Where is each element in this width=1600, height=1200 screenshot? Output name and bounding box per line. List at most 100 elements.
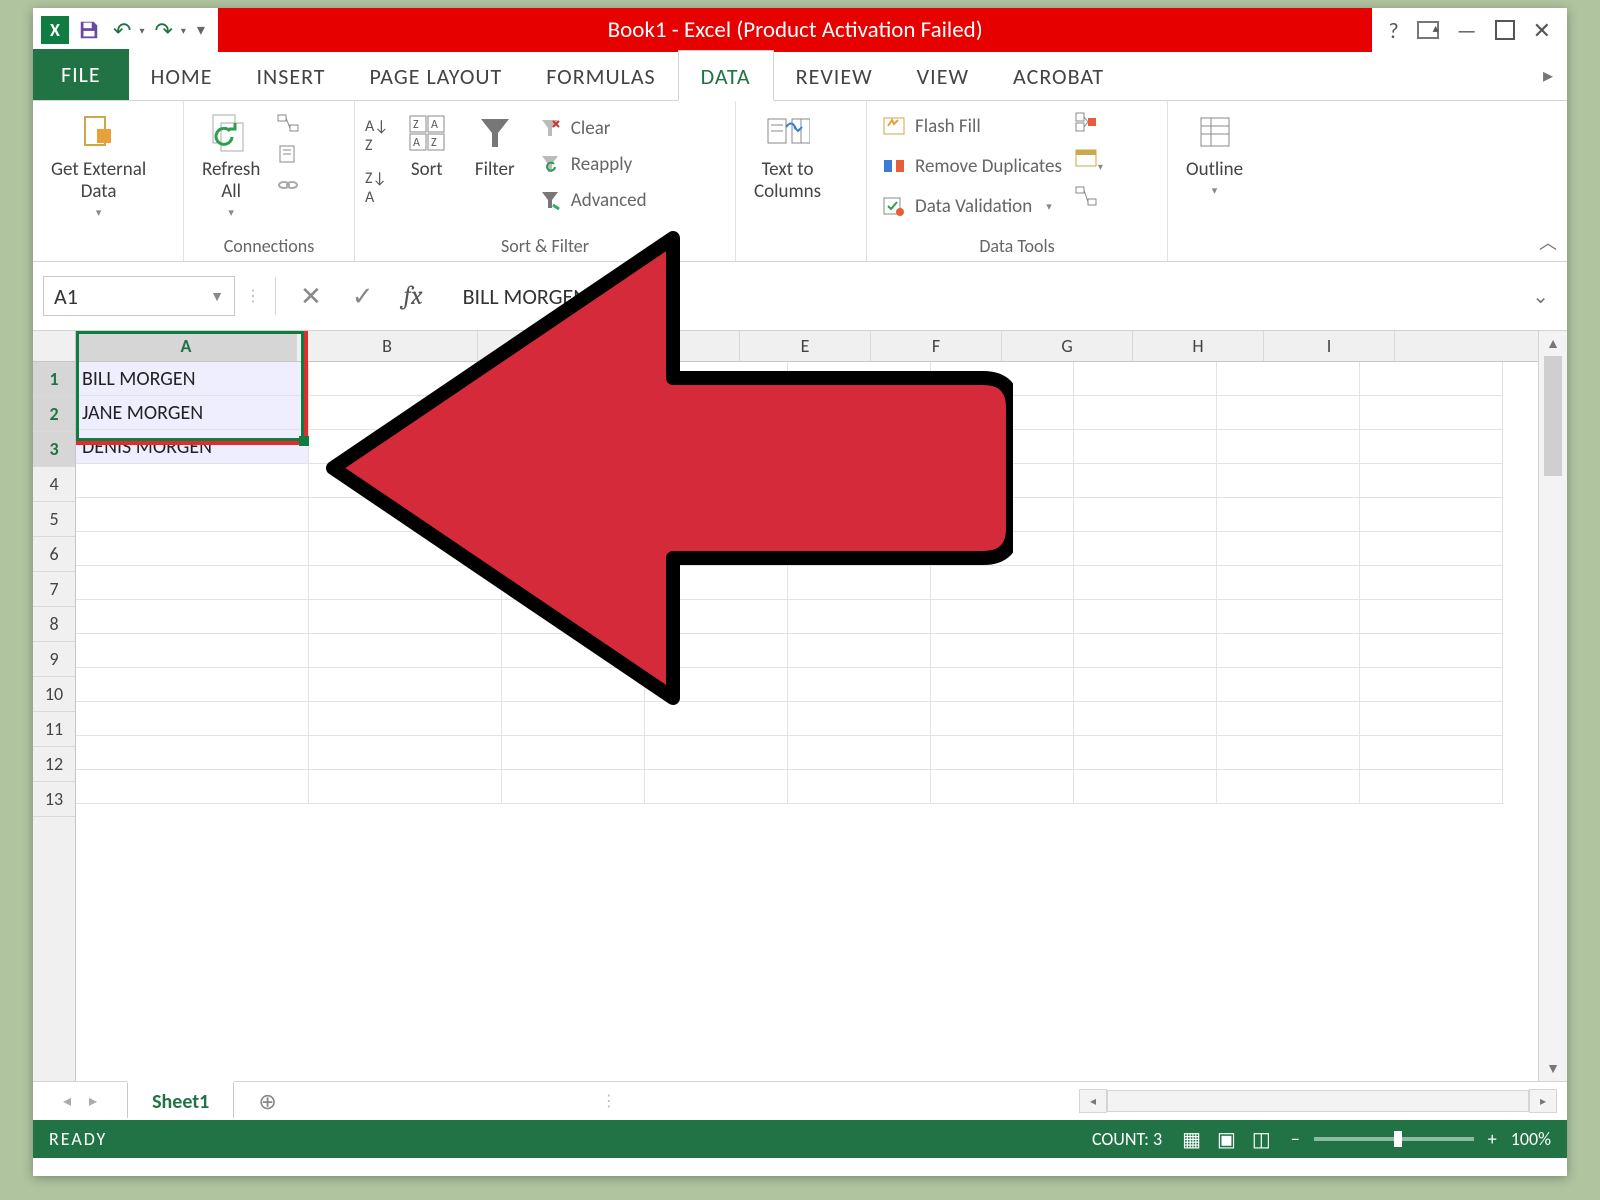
cell-A11[interactable] [76,702,309,736]
cell-H9[interactable] [1217,634,1360,668]
normal-view-button[interactable]: ▦ [1182,1127,1201,1152]
cell-D2[interactable] [645,396,788,430]
cell-G10[interactable] [1074,668,1217,702]
cell-E7[interactable] [788,566,931,600]
cell-E5[interactable] [788,498,931,532]
cell-D5[interactable] [645,498,788,532]
cell-E13[interactable] [788,770,931,804]
fx-icon[interactable]: fx [394,281,433,311]
column-header-F[interactable]: F [871,331,1002,361]
text-to-columns-button[interactable]: Text to Columns [746,107,829,207]
cell-G7[interactable] [1074,566,1217,600]
cell-F5[interactable] [931,498,1074,532]
cell-A8[interactable] [76,600,309,634]
cell-I10[interactable] [1360,668,1503,702]
cell-B4[interactable] [309,464,502,498]
row-header-10[interactable]: 10 [33,677,75,712]
undo-button[interactable]: ↶ [109,17,135,44]
row-header-4[interactable]: 4 [33,467,75,502]
what-if-icon[interactable]: ▾ [1074,148,1103,175]
column-headers[interactable]: ABCDEFGHI [76,331,1538,362]
cell-G8[interactable] [1074,600,1217,634]
row-header-2[interactable]: 2 [33,397,75,432]
cell-E3[interactable] [788,430,931,464]
help-button[interactable]: ? [1388,17,1398,44]
cell-E2[interactable] [788,396,931,430]
cell-D7[interactable] [645,566,788,600]
cell-B3[interactable] [309,430,502,464]
cell-E11[interactable] [788,702,931,736]
row-headers[interactable]: 12345678910111213 [33,362,76,1081]
zoom-slider[interactable] [1314,1137,1474,1141]
cell-F4[interactable] [931,464,1074,498]
cell-F11[interactable] [931,702,1074,736]
cell-I1[interactable] [1360,362,1503,396]
cell-B12[interactable] [309,736,502,770]
zoom-level[interactable]: 100% [1511,1128,1551,1150]
cell-I5[interactable] [1360,498,1503,532]
close-button[interactable]: ✕ [1533,17,1551,44]
consolidate-icon[interactable] [1074,111,1103,138]
column-header-G[interactable]: G [1002,331,1133,361]
row-header-3[interactable]: 3 [33,432,75,467]
clear-filter-button[interactable]: Clear [533,113,651,143]
undo-dropdown[interactable]: ▾ [139,24,144,37]
cell-B1[interactable] [309,362,502,396]
cell-H6[interactable] [1217,532,1360,566]
cell-A2[interactable]: JANE MORGEN [76,396,309,430]
cell-A12[interactable] [76,736,309,770]
select-all-corner[interactable] [33,331,76,362]
column-header-D[interactable]: D [609,331,740,361]
cell-F7[interactable] [931,566,1074,600]
cell-H2[interactable] [1217,396,1360,430]
cell-B11[interactable] [309,702,502,736]
horizontal-scrollbar[interactable]: ◂ ▸ [1079,1089,1557,1113]
row-header-9[interactable]: 9 [33,642,75,677]
cell-D4[interactable] [645,464,788,498]
cell-E6[interactable] [788,532,931,566]
cell-G2[interactable] [1074,396,1217,430]
row-header-8[interactable]: 8 [33,607,75,642]
cell-C6[interactable] [502,532,645,566]
zoom-in-button[interactable]: + [1488,1128,1497,1150]
scroll-left-arrow[interactable]: ◂ [1079,1089,1107,1113]
cell-H12[interactable] [1217,736,1360,770]
cell-G13[interactable] [1074,770,1217,804]
cell-F8[interactable] [931,600,1074,634]
cell-C4[interactable] [502,464,645,498]
cells-area[interactable]: BILL MORGENJANE MORGENDENIS MORGEN [76,362,1538,804]
cell-H8[interactable] [1217,600,1360,634]
row-header-1[interactable]: 1 [33,362,75,397]
cell-E1[interactable] [788,362,931,396]
column-header-C[interactable]: C [478,331,609,361]
cell-E10[interactable] [788,668,931,702]
save-button[interactable] [75,16,103,44]
column-header-E[interactable]: E [740,331,871,361]
cell-B5[interactable] [309,498,502,532]
cell-E12[interactable] [788,736,931,770]
tab-file[interactable]: FILE [33,49,129,100]
page-layout-view-button[interactable]: ▣ [1217,1127,1236,1152]
tab-page-layout[interactable]: PAGE LAYOUT [348,51,525,100]
cell-I3[interactable] [1360,430,1503,464]
cell-I2[interactable] [1360,396,1503,430]
row-header-12[interactable]: 12 [33,747,75,782]
vertical-scrollbar[interactable]: ▲ ▼ [1538,331,1567,1081]
tab-review[interactable]: REVIEW [774,51,895,100]
cell-C5[interactable] [502,498,645,532]
cell-I11[interactable] [1360,702,1503,736]
cell-C13[interactable] [502,770,645,804]
cell-E9[interactable] [788,634,931,668]
row-header-5[interactable]: 5 [33,502,75,537]
advanced-filter-button[interactable]: Advanced [533,185,651,215]
sort-button[interactable]: ZAAZ Sort [397,107,457,185]
column-header-I[interactable]: I [1264,331,1395,361]
cell-I4[interactable] [1360,464,1503,498]
cell-I7[interactable] [1360,566,1503,600]
remove-duplicates-button[interactable]: Remove Duplicates [877,151,1066,181]
cell-H11[interactable] [1217,702,1360,736]
tab-insert[interactable]: INSERT [234,51,347,100]
cell-B6[interactable] [309,532,502,566]
name-box[interactable]: A1▼ [43,276,235,316]
row-header-11[interactable]: 11 [33,712,75,747]
